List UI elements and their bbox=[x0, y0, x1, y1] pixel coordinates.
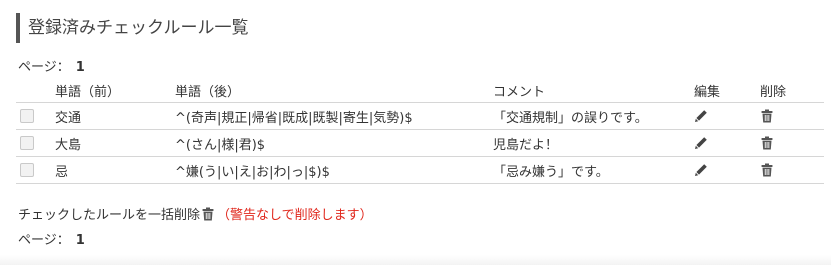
cell-word-before: 忌 bbox=[55, 156, 175, 184]
bulk-delete-warning: （警告なしで削除します） bbox=[217, 208, 373, 223]
pencil-icon[interactable] bbox=[694, 109, 708, 123]
cell-comment: 「交通規制」の誤りです。 bbox=[493, 102, 694, 130]
pager-top: ページ： 1 bbox=[18, 56, 85, 75]
rules-table: 単語（前） 単語（後） コメント 編集 削除 交通 ^(奇声|規正|帰省|既成|… bbox=[16, 78, 824, 184]
header-word-after: 単語（後） bbox=[175, 78, 493, 103]
cell-word-after: ^(さん|様|君)$ bbox=[175, 129, 493, 157]
table-row: 大島 ^(さん|様|君)$ 児島だよ！ bbox=[16, 129, 824, 157]
page-title: 登録済みチェックルール一覧 bbox=[16, 13, 806, 43]
row-checkbox[interactable] bbox=[20, 109, 34, 123]
row-checkbox[interactable] bbox=[20, 136, 34, 150]
bulk-delete-row: チェックしたルールを一括削除 （警告なしで削除します） bbox=[18, 204, 373, 223]
header-edit: 編集 bbox=[694, 78, 760, 103]
header-word-before: 単語（前） bbox=[55, 78, 175, 103]
cell-word-after: ^嫌(う|い|え|お|わ|っ|$)$ bbox=[175, 156, 493, 184]
bulk-delete-link[interactable]: チェックしたルールを一括削除 bbox=[18, 204, 200, 223]
trash-icon[interactable] bbox=[760, 136, 774, 150]
pager-label: ページ： bbox=[18, 60, 70, 75]
pager-current-page[interactable]: 1 bbox=[76, 233, 85, 248]
pager-label: ページ： bbox=[18, 233, 70, 248]
header-comment: コメント bbox=[493, 78, 694, 103]
cell-comment: 「忌み嫌う」です。 bbox=[493, 156, 694, 184]
table-row: 交通 ^(奇声|規正|帰省|既成|既製|寄生|気勢)$ 「交通規制」の誤りです。 bbox=[16, 102, 824, 130]
row-checkbox[interactable] bbox=[20, 163, 34, 177]
trash-icon[interactable] bbox=[760, 109, 774, 123]
table-header-row: 単語（前） 単語（後） コメント 編集 削除 bbox=[16, 78, 824, 103]
trash-icon[interactable] bbox=[201, 207, 215, 221]
pencil-icon[interactable] bbox=[694, 163, 708, 177]
header-delete: 削除 bbox=[760, 78, 824, 103]
cell-word-after: ^(奇声|規正|帰省|既成|既製|寄生|気勢)$ bbox=[175, 102, 493, 130]
pager-current-page[interactable]: 1 bbox=[76, 60, 85, 75]
cell-word-before: 交通 bbox=[55, 102, 175, 130]
pager-bottom: ページ： 1 bbox=[18, 229, 85, 248]
pencil-icon[interactable] bbox=[694, 136, 708, 150]
cell-comment: 児島だよ！ bbox=[493, 129, 694, 157]
table-row: 忌 ^嫌(う|い|え|お|わ|っ|$)$ 「忌み嫌う」です。 bbox=[16, 156, 824, 184]
cell-word-before: 大島 bbox=[55, 129, 175, 157]
footer-divider bbox=[0, 255, 831, 265]
trash-icon[interactable] bbox=[760, 163, 774, 177]
header-select bbox=[16, 78, 55, 103]
